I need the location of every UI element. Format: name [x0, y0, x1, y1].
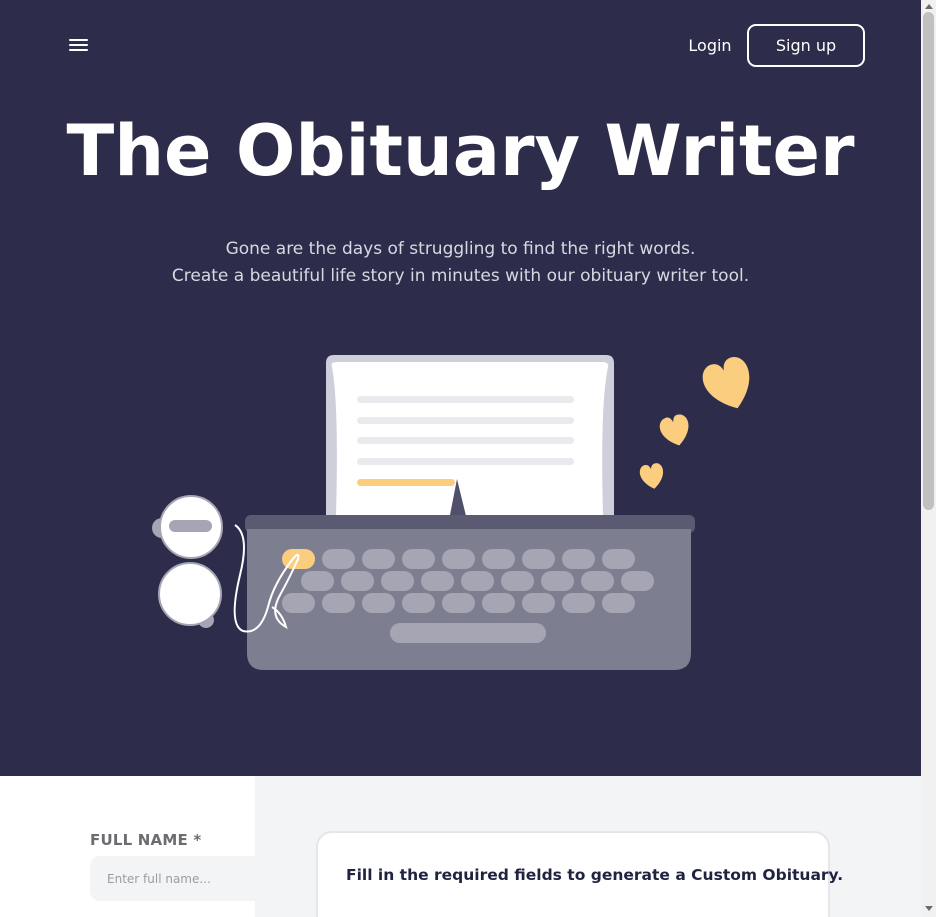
page-title: The Obituary Writer	[66, 110, 855, 192]
signup-button[interactable]: Sign up	[747, 24, 865, 67]
heart-icon-small	[639, 463, 664, 489]
hamburger-menu-icon[interactable]	[66, 34, 92, 56]
hero-subtitle-line-2: Create a beautiful life story in minutes…	[171, 266, 750, 286]
result-card: Fill in the required fields to generate …	[316, 831, 844, 917]
hero-section: Login Sign up The Obituary Writer Gone a…	[0, 0, 921, 776]
page: Login Sign up The Obituary Writer Gone a…	[0, 0, 936, 917]
heart-icon-medium	[659, 414, 689, 446]
full-name-input[interactable]	[90, 856, 255, 901]
scrollbar-thumb[interactable]	[923, 12, 934, 510]
result-message: Fill in the required fields to generate …	[346, 866, 844, 884]
scroll-down-arrow-icon[interactable]	[925, 906, 933, 911]
scroll-up-arrow-icon[interactable]	[925, 4, 933, 9]
typewriter-illustration	[152, 355, 750, 670]
hero-subtitle-line-1: Gone are the days of struggling to find …	[225, 239, 696, 259]
typewriter-body	[245, 515, 695, 670]
login-link[interactable]: Login	[680, 34, 740, 58]
full-name-label: FULL NAME *	[90, 831, 202, 849]
vertical-scrollbar[interactable]	[921, 0, 936, 917]
paper-sheet	[326, 355, 614, 520]
heart-icon-large	[702, 357, 750, 409]
